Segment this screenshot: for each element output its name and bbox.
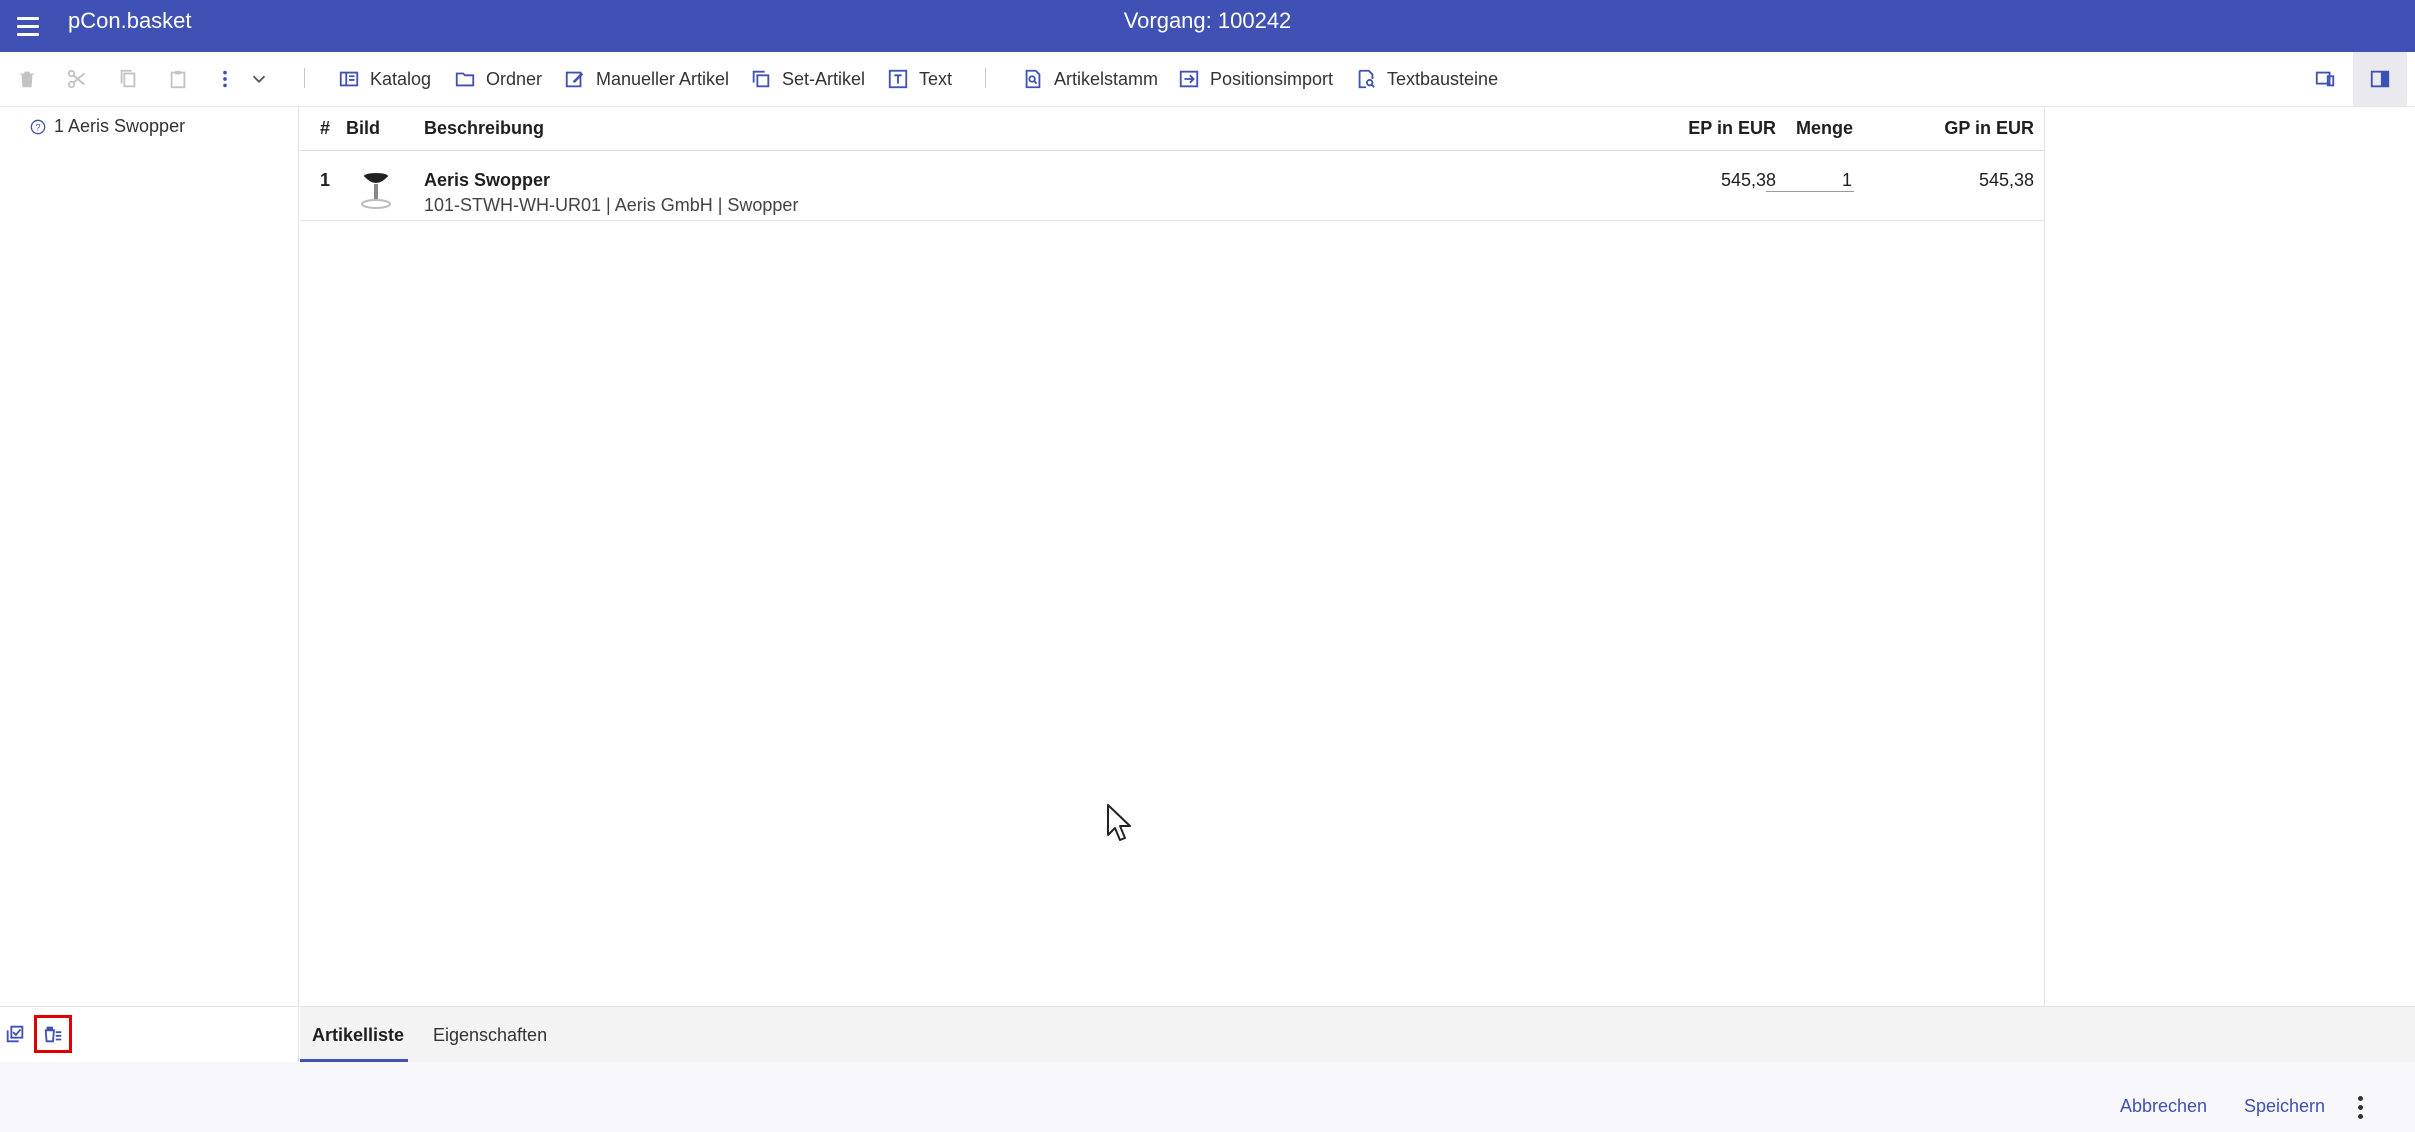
col-num: # (320, 118, 331, 138)
more-vert-icon (223, 70, 227, 88)
expand-dropdown-button[interactable] (248, 64, 270, 94)
col-beschreibung: Beschreibung (424, 118, 545, 138)
save-button[interactable]: Speichern (2244, 1096, 2325, 1117)
col-gp: GP in EUR (1944, 118, 2034, 138)
manueller-artikel-label: Manueller Artikel (596, 68, 730, 89)
toolbar-divider (304, 68, 305, 88)
set-artikel-label: Set-Artikel (782, 68, 866, 89)
paste-button[interactable] (167, 64, 189, 94)
product-description: 101-STWH-WH-UR01 | Aeris GmbH | Swopper (424, 195, 799, 215)
structure-tree: ? 1 Aeris Swopper (0, 106, 299, 1006)
quantity-input[interactable]: 1 (1766, 170, 1854, 192)
product-name: Aeris Swopper (424, 170, 551, 190)
total-price: 545,38 (1978, 170, 2034, 190)
svg-text:?: ? (35, 122, 40, 132)
tree-item-label: 1 Aeris Swopper (54, 116, 186, 136)
article-table: # Bild Beschreibung EP in EUR Menge GP i… (300, 106, 2045, 1006)
positionsimport-button[interactable]: Positionsimport (1178, 64, 1333, 94)
app-bar: pCon.basket Vorgang: 100242 (0, 0, 2415, 52)
col-ep: EP in EUR (1688, 118, 1776, 138)
copy-button[interactable] (117, 64, 139, 94)
text-button[interactable]: Text (887, 64, 952, 94)
table-row[interactable]: 1 Aeris Swopper 101-STWH-WH-UR01 | Aeris… (300, 150, 2044, 221)
product-thumbnail (361, 173, 391, 209)
catalog-icon (339, 71, 359, 87)
katalog-button[interactable]: Katalog (338, 64, 431, 94)
sidepanel-toggle-button[interactable] (2353, 52, 2407, 106)
katalog-label: Katalog (370, 68, 432, 89)
help-circle-icon: ? (30, 119, 46, 134)
delete-list-icon (44, 1026, 62, 1043)
more-options-button[interactable] (214, 64, 236, 94)
import-icon (1179, 70, 1199, 88)
folder-icon (455, 72, 475, 87)
select-all-button[interactable] (0, 1019, 30, 1049)
toolbar: Katalog Ordner Manueller Artikel Set-Art… (0, 52, 2415, 107)
checklist-icon (6, 1025, 24, 1043)
bottom-tabs: Artikelliste Eigenschaften (300, 1006, 2415, 1063)
row-number: 1 (320, 170, 331, 190)
set-artikel-button[interactable]: Set-Artikel (750, 64, 865, 94)
tab-artikelliste[interactable]: Artikelliste (312, 1025, 404, 1046)
text-label: Text (919, 68, 953, 89)
preview-toggle-button[interactable] (2314, 64, 2336, 94)
trash-icon (19, 71, 35, 88)
page-title: Vorgang: 100242 (1123, 8, 1292, 33)
chevron-down-icon (252, 75, 266, 84)
more-vert-icon[interactable] (2358, 1096, 2364, 1119)
mouse-cursor-icon (1107, 804, 1131, 841)
edit-icon (565, 71, 584, 88)
textbausteine-button[interactable]: Textbausteine (1355, 64, 1498, 94)
copy-icon (120, 69, 136, 88)
col-menge: Menge (1796, 118, 1854, 138)
text-search-icon (1358, 69, 1375, 89)
layers-icon (752, 70, 770, 88)
delete-list-button[interactable] (34, 1015, 72, 1053)
ordner-label: Ordner (486, 68, 543, 89)
tree-footer (0, 1006, 299, 1063)
search-document-icon (1025, 69, 1041, 89)
toolbar-divider (985, 68, 986, 88)
ordner-button[interactable]: Ordner (454, 64, 542, 94)
artikelstamm-label: Artikelstamm (1054, 68, 1159, 89)
cut-button[interactable] (66, 64, 88, 94)
col-bild: Bild (346, 118, 380, 138)
table-header: # Bild Beschreibung EP in EUR Menge GP i… (300, 106, 2044, 151)
sidepanel-icon (2370, 70, 2390, 88)
tab-eigenschaften[interactable]: Eigenschaften (433, 1025, 547, 1046)
footer-bar: Abbrechen Speichern (0, 1062, 2415, 1132)
positionsimport-label: Positionsimport (1210, 68, 1334, 89)
text-icon (888, 69, 908, 89)
panel-preview-icon (2315, 71, 2335, 87)
textbausteine-label: Textbausteine (1387, 68, 1499, 89)
manueller-artikel-button[interactable]: Manueller Artikel (564, 64, 729, 94)
scissors-icon (67, 69, 85, 89)
artikelstamm-button[interactable]: Artikelstamm (1022, 64, 1158, 94)
delete-button[interactable] (16, 64, 38, 94)
tree-item[interactable]: ? 1 Aeris Swopper (30, 116, 185, 137)
clipboard-icon (170, 70, 186, 89)
cancel-button[interactable]: Abbrechen (2120, 1096, 2207, 1117)
